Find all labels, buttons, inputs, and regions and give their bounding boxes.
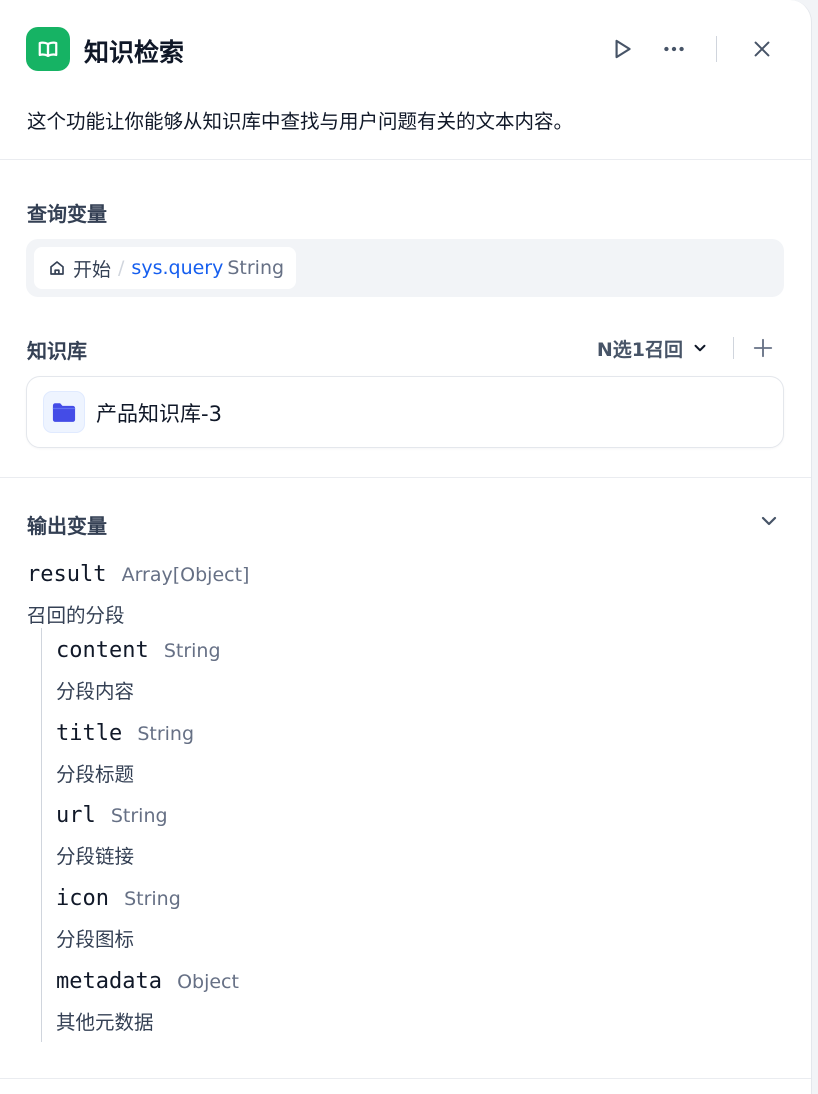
header-divider xyxy=(716,36,717,62)
output-field-description: 分段内容 xyxy=(56,680,135,703)
retrieval-mode-dropdown[interactable]: N选1召回 xyxy=(597,335,709,362)
output-var-type: Array[Object] xyxy=(121,564,250,586)
tree-connector-line xyxy=(41,628,42,1042)
output-field-icon: icon String xyxy=(56,886,181,911)
more-button[interactable] xyxy=(660,35,688,63)
output-var-description: 召回的分段 xyxy=(27,604,125,627)
query-variable-field[interactable]: 开始 / sys.query String xyxy=(26,239,784,297)
output-field-name: content xyxy=(56,638,149,663)
add-knowledge-button[interactable] xyxy=(751,336,775,360)
output-field-url: url String xyxy=(56,803,168,828)
output-field-description: 分段图标 xyxy=(56,928,135,951)
folder-icon xyxy=(43,391,85,433)
variable-type: String xyxy=(227,257,285,279)
variable-path-separator: / xyxy=(118,257,125,279)
run-button[interactable] xyxy=(608,35,636,63)
collapse-output-button[interactable] xyxy=(756,508,782,534)
output-variables-label: 输出变量 xyxy=(27,514,107,538)
book-open-icon xyxy=(26,27,70,71)
variable-chip[interactable]: 开始 / sys.query String xyxy=(34,247,297,289)
output-var-name: result xyxy=(27,562,107,587)
play-icon xyxy=(615,39,631,59)
close-icon xyxy=(754,41,770,57)
section-divider xyxy=(0,159,811,160)
chevron-down-icon xyxy=(761,516,777,526)
more-horizontal-icon xyxy=(664,46,684,52)
knowledge-base-controls: N选1召回 xyxy=(597,333,775,363)
output-field-name: title xyxy=(56,721,123,746)
close-button[interactable] xyxy=(748,35,776,63)
knowledge-base-item[interactable]: 产品知识库-3 xyxy=(26,376,784,448)
output-field-content: content String xyxy=(56,638,221,663)
output-field-name: url xyxy=(56,803,96,828)
output-field-description: 分段标题 xyxy=(56,763,135,786)
chevron-down-icon xyxy=(694,344,706,352)
node-description: 这个功能让你能够从知识库中查找与用户问题有关的文本内容。 xyxy=(27,110,574,133)
knowledge-base-name: 产品知识库-3 xyxy=(96,402,222,426)
section-divider xyxy=(0,477,811,478)
output-field-name: icon xyxy=(56,886,109,911)
panel-header: 知识检索 xyxy=(26,27,785,71)
retrieval-mode-label: N选1召回 xyxy=(596,338,683,361)
output-field-description: 分段链接 xyxy=(56,845,135,868)
output-field-description: 其他元数据 xyxy=(56,1011,154,1034)
variable-name: sys.query xyxy=(131,257,224,279)
output-var-result: result Array[Object] xyxy=(27,562,249,587)
plus-icon xyxy=(753,338,773,358)
output-field-type: String xyxy=(110,805,168,827)
query-variable-label: 查询变量 xyxy=(27,202,107,226)
output-field-name: metadata xyxy=(56,969,162,994)
output-field-type: Object xyxy=(177,971,239,993)
home-icon xyxy=(50,261,64,275)
panel-title: 知识检索 xyxy=(84,38,185,67)
output-field-metadata: metadata Object xyxy=(56,969,239,994)
node-panel: 知识检索 这个功能让你能够从知识库中查找与用户问题有关的文本内容。 查询变量 开… xyxy=(0,0,812,1094)
output-field-type: String xyxy=(137,723,195,745)
variable-node-name: 开始 xyxy=(73,258,112,281)
output-field-type: String xyxy=(163,640,221,662)
controls-divider xyxy=(733,337,734,359)
section-divider xyxy=(0,1078,811,1079)
knowledge-base-label: 知识库 xyxy=(27,339,87,363)
output-field-title: title String xyxy=(56,721,194,746)
output-field-type: String xyxy=(124,888,181,910)
